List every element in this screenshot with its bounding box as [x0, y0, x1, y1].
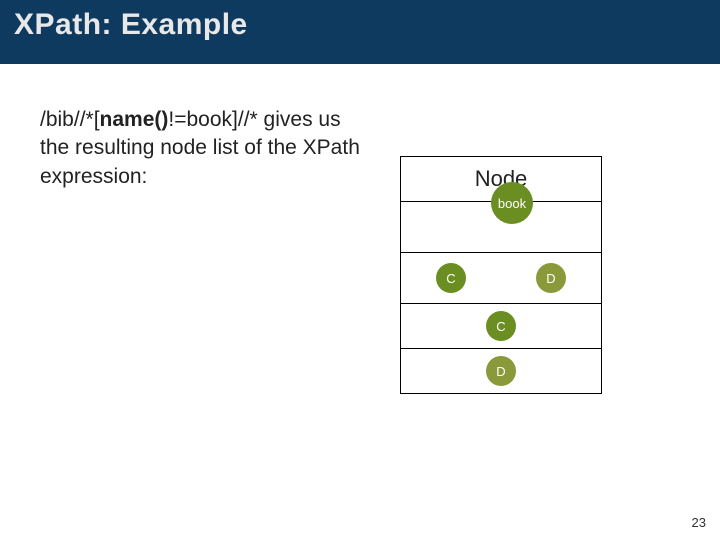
table-cell-cd: C D [401, 253, 602, 304]
xpath-pre: /bib//*[ [40, 108, 100, 131]
slide: XPath: Example /bib//*[name()!=book]//* … [0, 0, 720, 540]
table-row: book [401, 202, 602, 253]
table-cell-book: book [401, 202, 602, 253]
table-row: C [401, 304, 602, 349]
node-d2-circle: D [486, 356, 516, 386]
c2-wrap: C [401, 304, 601, 348]
title-subbar [0, 64, 720, 86]
node-d-circle: D [536, 263, 566, 293]
node-table: Node book C D [400, 156, 602, 394]
table-cell-d2: D [401, 349, 602, 394]
table-row: C D [401, 253, 602, 304]
node-c2-circle: C [486, 311, 516, 341]
table-cell-c2: C [401, 304, 602, 349]
page-number: 23 [692, 515, 706, 530]
content-area: /bib//*[name()!=book]//* gives us the re… [0, 86, 720, 191]
table-row: D [401, 349, 602, 394]
description-text: /bib//*[name()!=book]//* gives us the re… [40, 106, 370, 191]
d2-wrap: D [401, 349, 601, 393]
title-bar: XPath: Example [0, 0, 720, 64]
node-table-wrap: Node book C D [400, 156, 602, 394]
xpath-keyword: name() [100, 108, 169, 131]
slide-title: XPath: Example [14, 8, 706, 42]
node-c-circle: C [436, 263, 466, 293]
cd-pair: C D [401, 253, 601, 303]
node-book-circle: book [491, 182, 533, 224]
